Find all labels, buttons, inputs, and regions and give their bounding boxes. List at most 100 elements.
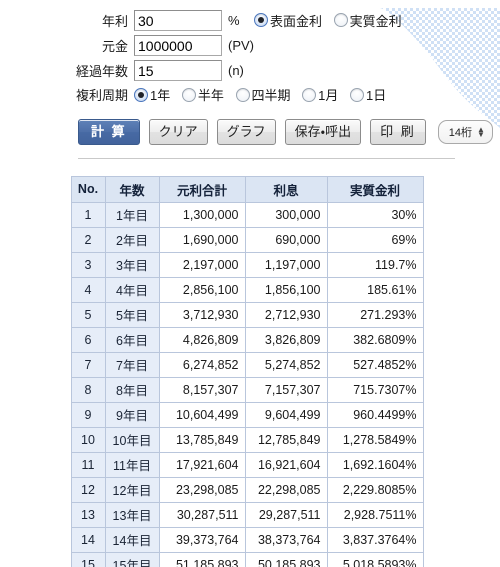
radio-option-nominal-rate[interactable]: 表面金利: [254, 11, 322, 30]
cell-interest: 2,712,930: [244, 301, 328, 328]
cell-year: 3年目: [104, 251, 160, 278]
cell-total: 39,373,764: [158, 526, 246, 553]
table-row: 6 6年目 4,826,809 3,826,809 382.6809%: [70, 326, 424, 353]
radio-indicator[interactable]: [302, 87, 317, 102]
cell-effective-rate: 2,229.8085%: [326, 476, 424, 503]
cell-year: 5年目: [104, 301, 160, 328]
unit-years: (n): [228, 63, 244, 78]
label-years: 経過年数: [75, 64, 128, 79]
input-form: 年利 % 表面金利 実質金利: [0, 8, 402, 107]
cell-effective-rate: 527.4852%: [326, 351, 424, 378]
cell-no: 7: [70, 351, 106, 378]
cell-total: 10,604,499: [158, 401, 246, 428]
stepper-arrows-icon[interactable]: ▲ ▼: [477, 125, 488, 138]
cell-no: 14: [70, 526, 106, 553]
radio-option-half-yearly[interactable]: 半年: [181, 85, 224, 104]
cell-interest: 690,000: [244, 226, 328, 253]
cell-effective-rate: 30%: [326, 201, 424, 228]
graph-button[interactable]: グラフ: [216, 118, 276, 145]
radio-option-effective-rate[interactable]: 実質金利: [333, 11, 402, 30]
table-row: 1 1年目 1,300,000 300,000 30%: [70, 201, 424, 228]
table-row: 2 2年目 1,690,000 690,000 69%: [70, 226, 424, 253]
table-row: 9 9年目 10,604,499 9,604,499 960.4499%: [70, 401, 424, 428]
cell-interest: 3,826,809: [244, 326, 328, 353]
cell-interest: 12,785,849: [244, 426, 328, 453]
cell-effective-rate: 1,692.1604%: [326, 451, 424, 478]
form-row-annual-rate: 年利 % 表面金利 実質金利: [0, 8, 402, 33]
toolbar: 計 算 クリア グラフ 保存・呼出 印 刷 14桁 ▲ ▼: [78, 118, 500, 145]
unit-principal: (PV): [228, 38, 254, 53]
cell-no: 10: [70, 426, 106, 453]
radio-label: 四半期: [251, 88, 291, 103]
table-row: 15 15年目 51,185,893 50,185,893 5,018.5893%: [70, 551, 424, 567]
print-button[interactable]: 印 刷: [370, 118, 426, 145]
cell-no: 3: [70, 251, 106, 278]
toolbar-divider: [78, 157, 455, 159]
radio-indicator[interactable]: [333, 13, 348, 28]
table-header-row: No. 年数 元利合計 利息 実質金利: [70, 175, 424, 203]
cell-total: 1,690,000: [158, 226, 246, 253]
table-row: 7 7年目 6,274,852 5,274,852 527.4852%: [70, 351, 424, 378]
radio-option-daily[interactable]: 1日: [350, 85, 386, 104]
cell-total: 8,157,307: [158, 376, 246, 403]
cell-interest: 50,185,893: [244, 551, 328, 567]
radio-indicator[interactable]: [134, 87, 148, 102]
cell-effective-rate: 382.6809%: [326, 326, 424, 353]
cell-no: 5: [70, 301, 106, 328]
calculate-button[interactable]: 計 算: [78, 118, 140, 145]
cell-year: 15年目: [104, 551, 160, 567]
cell-year: 1年目: [104, 201, 160, 228]
table-row: 3 3年目 2,197,000 1,197,000 119.7%: [70, 251, 424, 278]
cell-total: 2,856,100: [158, 276, 246, 303]
cell-total: 1,300,000: [158, 201, 246, 228]
table-row: 13 13年目 30,287,511 29,287,511 2,928.7511%: [70, 501, 424, 528]
radio-label: 1日: [366, 88, 387, 103]
column-header-effective-rate: 実質金利: [326, 175, 424, 203]
radio-label: 実質金利: [349, 13, 402, 29]
cell-year: 9年目: [104, 401, 160, 428]
table-row: 4 4年目 2,856,100 1,856,100 185.61%: [70, 276, 424, 303]
radio-indicator[interactable]: [181, 87, 196, 102]
cell-year: 10年目: [104, 426, 160, 453]
annual-rate-input[interactable]: [134, 10, 222, 31]
radio-option-monthly[interactable]: 1月: [302, 85, 338, 104]
cell-year: 7年目: [104, 351, 160, 378]
radio-indicator[interactable]: [350, 87, 364, 102]
form-row-compound-period: 複利周期 1年 半年 四半期 1月 1日: [0, 83, 402, 107]
digits-select[interactable]: 14桁 ▲ ▼: [437, 119, 493, 144]
cell-effective-rate: 1,278.5849%: [326, 426, 424, 453]
cell-effective-rate: 2,928.7511%: [326, 501, 424, 528]
cell-year: 11年目: [104, 451, 160, 478]
radio-indicator[interactable]: [235, 87, 250, 102]
cell-interest: 9,604,499: [244, 401, 328, 428]
clear-button[interactable]: クリア: [148, 118, 208, 145]
cell-total: 17,921,604: [158, 451, 246, 478]
cell-interest: 5,274,852: [244, 351, 328, 378]
results-table-body: 1 1年目 1,300,000 300,000 30% 2 2年目 1,690,000 690,…: [70, 201, 424, 567]
cell-total: 6,274,852: [158, 351, 246, 378]
years-input[interactable]: [134, 60, 222, 81]
save-recall-button[interactable]: 保存・呼出: [284, 118, 362, 145]
table-row: 5 5年目 3,712,930 2,712,930 271.293%: [70, 301, 424, 328]
cell-total: 13,785,849: [158, 426, 246, 453]
radio-label: 表面金利: [270, 13, 323, 29]
cell-year: 12年目: [104, 476, 160, 503]
column-header-total: 元利合計: [158, 175, 246, 203]
form-row-years: 経過年数 (n): [0, 58, 402, 83]
cell-interest: 29,287,511: [244, 501, 328, 528]
cell-year: 13年目: [104, 501, 160, 528]
radio-label: 半年: [197, 88, 224, 103]
cell-year: 14年目: [104, 526, 160, 553]
radio-label: 1月: [318, 88, 339, 103]
radio-indicator[interactable]: [254, 13, 268, 28]
cell-year: 6年目: [104, 326, 160, 353]
cell-interest: 38,373,764: [244, 526, 328, 553]
principal-input[interactable]: [134, 35, 222, 56]
cell-no: 12: [70, 476, 106, 503]
radio-option-quarterly[interactable]: 四半期: [235, 85, 291, 104]
cell-total: 23,298,085: [158, 476, 246, 503]
cell-total: 4,826,809: [158, 326, 246, 353]
cell-no: 2: [70, 226, 106, 253]
radio-option-yearly[interactable]: 1年: [134, 85, 170, 104]
page-root: 年利 % 表面金利 実質金利: [0, 8, 500, 567]
